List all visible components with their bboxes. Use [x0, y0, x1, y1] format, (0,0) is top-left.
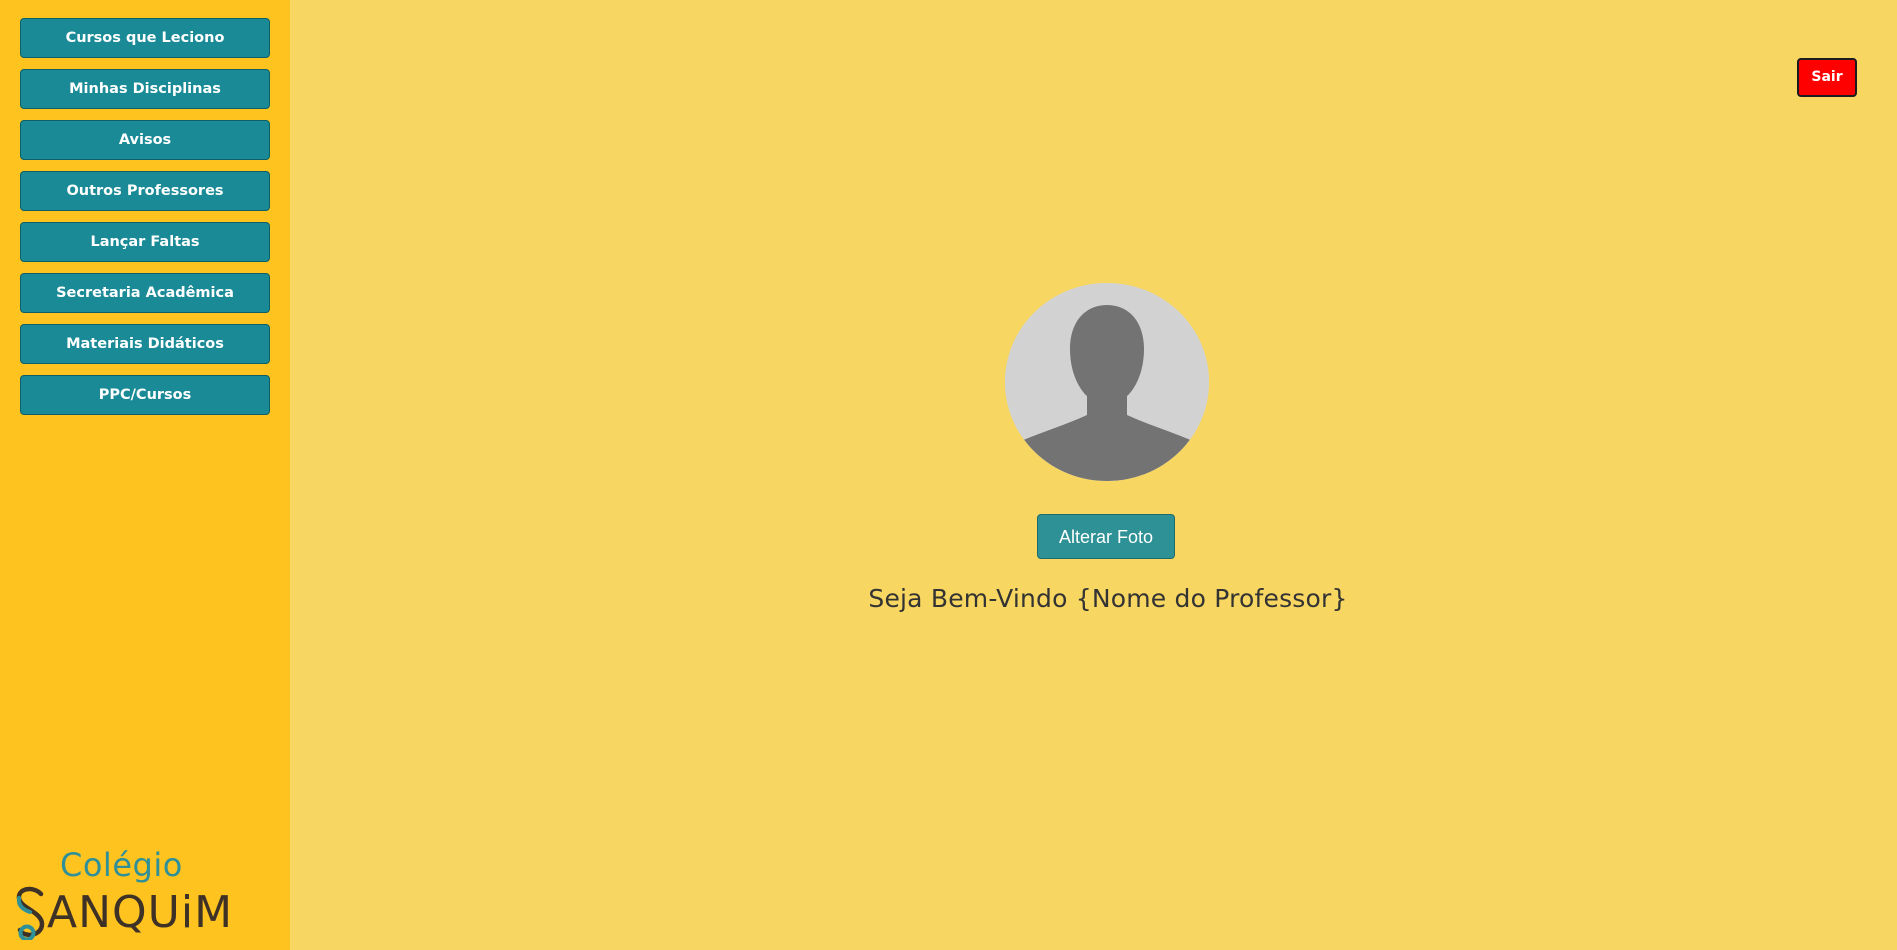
- logo-top-text: Colégio: [60, 846, 183, 884]
- sidebar-item-secretaria-academica[interactable]: Secretaria Acadêmica: [20, 273, 270, 313]
- sidebar-item-lancar-faltas[interactable]: Lançar Faltas: [20, 222, 270, 262]
- sidebar-item-cursos-que-leciono[interactable]: Cursos que Leciono: [20, 18, 270, 58]
- school-logo: Colégio ANQUiM: [14, 842, 244, 942]
- sidebar-item-avisos[interactable]: Avisos: [20, 120, 270, 160]
- change-photo-button[interactable]: Alterar Foto: [1037, 514, 1175, 559]
- logo-bottom: ANQUiM: [14, 882, 244, 942]
- logo-s-mark-icon: [16, 886, 45, 940]
- welcome-message: Seja Bem-Vindo {Nome do Professor}: [868, 584, 1348, 613]
- logout-button[interactable]: Sair: [1797, 58, 1857, 97]
- sidebar-item-outros-professores[interactable]: Outros Professores: [20, 171, 270, 211]
- avatar: [1005, 283, 1209, 481]
- sidebar-item-ppc-cursos[interactable]: PPC/Cursos: [20, 375, 270, 415]
- sidebar-menu: Cursos que Leciono Minhas Disciplinas Av…: [20, 18, 270, 426]
- sidebar-item-minhas-disciplinas[interactable]: Minhas Disciplinas: [20, 69, 270, 109]
- logo-bottom-text: ANQUiM: [47, 887, 234, 938]
- sidebar-item-materiais-didaticos[interactable]: Materiais Didáticos: [20, 324, 270, 364]
- sidebar: Cursos que Leciono Minhas Disciplinas Av…: [0, 0, 290, 950]
- user-silhouette-icon: [1005, 283, 1209, 481]
